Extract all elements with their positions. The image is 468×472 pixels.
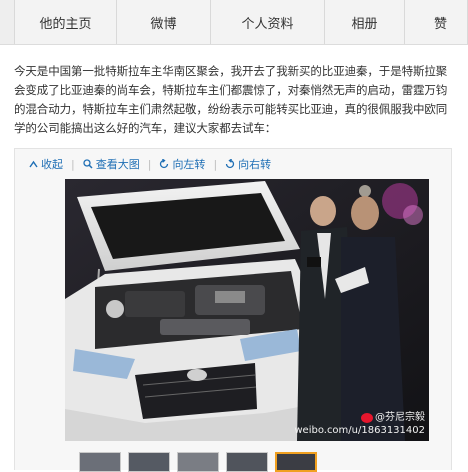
toolbar-divider: | <box>147 157 152 171</box>
rotate-left-button[interactable]: 向左转 <box>159 156 205 172</box>
rotate-left-icon <box>160 159 169 169</box>
thumbnail-strip <box>79 452 324 472</box>
toolbar-divider: | <box>71 157 75 171</box>
view-large-label: 查看大图 <box>95 158 140 171</box>
thumbnail[interactable] <box>79 452 121 472</box>
rotate-right-icon <box>226 159 235 169</box>
profile-tabs: 他的主页 微博 个人资料 相册 赞 <box>14 0 468 44</box>
tab-home[interactable]: 他的主页 <box>14 0 117 44</box>
magnify-icon <box>83 159 93 169</box>
thumbnail[interactable] <box>177 452 219 472</box>
post-photo[interactable]: @芬尼宗毅 weibo.com/u/1863131402 <box>65 179 429 441</box>
tab-profile[interactable]: 个人资料 <box>211 0 325 44</box>
watermark-username: @芬尼宗毅 <box>375 412 425 423</box>
weibo-logo-icon <box>361 412 373 423</box>
view-large-button[interactable]: 查看大图 <box>83 156 140 172</box>
toolbar-divider: | <box>213 157 218 171</box>
car-engine-photo <box>65 179 429 441</box>
tab-album[interactable]: 相册 <box>325 0 405 44</box>
profile-nav-bar: 他的主页 微博 个人资料 相册 赞 <box>0 0 468 45</box>
watermark-url: weibo.com/u/1863131402 <box>294 425 425 436</box>
tab-weibo[interactable]: 微博 <box>117 0 211 44</box>
image-toolbar: 收起 | 查看大图 | 向左转 | 向右转 <box>29 155 279 173</box>
thumbnail-active[interactable] <box>275 452 317 472</box>
rotate-left-label: 向左转 <box>172 158 206 171</box>
watermark-name: @芬尼宗毅 <box>294 411 425 424</box>
thumbnail[interactable] <box>226 452 268 472</box>
tab-likes[interactable]: 赞 <box>405 0 468 44</box>
collapse-icon <box>29 160 38 167</box>
collapse-label: 收起 <box>41 158 63 171</box>
post-text: 今天是中国第一批特斯拉车主华南区聚会，我开去了我新买的比亚迪秦，于是特斯拉聚会变… <box>14 64 448 135</box>
rotate-right-button[interactable]: 向右转 <box>225 156 271 172</box>
image-viewer: 收起 | 查看大图 | 向左转 | 向右转 @芬尼宗毅 weibo.com/u/… <box>14 148 452 472</box>
image-watermark: @芬尼宗毅 weibo.com/u/1863131402 <box>294 411 425 437</box>
rotate-right-label: 向右转 <box>238 158 272 171</box>
collapse-button[interactable]: 收起 <box>29 156 63 172</box>
thumbnail[interactable] <box>128 452 170 472</box>
